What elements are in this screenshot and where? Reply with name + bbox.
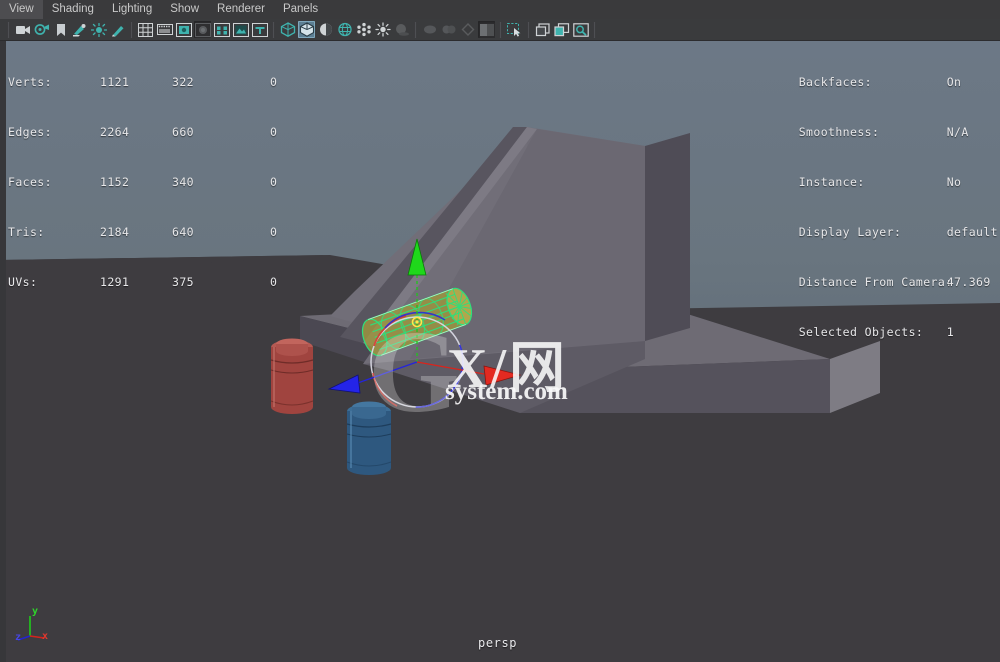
hud-label-edges: Edges:	[8, 121, 100, 143]
hud-edges-third: 0	[270, 121, 277, 143]
hud-poly-count: Verts: 1121 322 0 Edges: 2264 660 0 Face…	[8, 43, 277, 321]
toolbar-separator	[527, 22, 530, 38]
hud-faces-total: 1152	[100, 171, 172, 193]
hud-label-backfaces: Backfaces:	[799, 71, 947, 93]
textured-shading-icon[interactable]	[336, 21, 353, 38]
viewport-snapshot-icon[interactable]	[572, 21, 589, 38]
hud-row-tris: Tris: 2184 640 0	[8, 221, 277, 243]
hud-row-smoothness: Smoothness: N/A	[799, 121, 998, 143]
hud-row-backfaces: Backfaces: On	[799, 71, 998, 93]
hud-label-selected-objects: Selected Objects:	[799, 321, 947, 343]
hud-label-tris: Tris:	[8, 221, 100, 243]
hud-value-distance-from-camera: 47.369	[947, 271, 991, 293]
camera-name-label: persp	[478, 636, 517, 650]
menu-show[interactable]: Show	[161, 0, 208, 19]
hud-value-display-layer: default	[947, 221, 998, 243]
axis-label-y: y	[32, 606, 38, 617]
hud-object-details: Backfaces: On Smoothness: N/A Instance: …	[799, 43, 998, 371]
hud-label-smoothness: Smoothness:	[799, 121, 947, 143]
ramp-face-back	[645, 133, 690, 341]
toolbar-separator	[272, 22, 275, 38]
hud-row-selected-objects: Selected Objects: 1	[799, 321, 998, 343]
image-plane-icon[interactable]	[232, 21, 249, 38]
hud-faces-third: 0	[270, 171, 277, 193]
hud-tris-total: 2184	[100, 221, 172, 243]
xray-shading-icon[interactable]	[355, 21, 372, 38]
panel-menu-bar: View Shading Lighting Show Renderer Pane…	[0, 0, 1000, 19]
hud-verts-selected: 322	[172, 71, 270, 93]
camera-icon[interactable]	[14, 21, 31, 38]
hud-row-display-layer: Display Layer: default	[799, 221, 998, 243]
hud-row-edges: Edges: 2264 660 0	[8, 121, 277, 143]
bookmark-icon[interactable]	[52, 21, 69, 38]
ipr-render-icon[interactable]	[71, 21, 88, 38]
hud-value-selected-objects: 1	[947, 321, 954, 343]
toolbar-separator	[593, 22, 596, 38]
select-arrow-icon[interactable]	[506, 21, 523, 38]
isolate-select-icon[interactable]	[534, 21, 551, 38]
two-sided-lighting-icon[interactable]	[90, 21, 107, 38]
text-display-icon[interactable]	[251, 21, 268, 38]
hud-uvs-third: 0	[270, 271, 277, 293]
frame-selected-icon[interactable]	[553, 21, 570, 38]
hud-label-faces: Faces:	[8, 171, 100, 193]
aa-icon[interactable]	[459, 21, 476, 38]
hud-row-faces: Faces: 1152 340 0	[8, 171, 277, 193]
hud-label-uvs: UVs:	[8, 271, 100, 293]
menu-renderer[interactable]: Renderer	[208, 0, 274, 19]
menu-lighting[interactable]: Lighting	[103, 0, 161, 19]
resolution-gate-icon[interactable]	[175, 21, 192, 38]
toolbar-separator	[7, 22, 10, 38]
hud-row-instance: Instance: No	[799, 171, 998, 193]
hud-row-uvs: UVs: 1291 375 0	[8, 271, 277, 293]
viewport-left-border	[0, 41, 6, 662]
maya-viewport-window: View Shading Lighting Show Renderer Pane…	[0, 0, 1000, 662]
axis-label-x: x	[42, 631, 48, 642]
hud-faces-selected: 340	[172, 171, 270, 193]
hud-value-smoothness: N/A	[947, 121, 969, 143]
shadow-icon[interactable]	[393, 21, 410, 38]
hud-edges-selected: 660	[172, 121, 270, 143]
hud-verts-total: 1121	[100, 71, 172, 93]
hud-value-backfaces: On	[947, 71, 962, 93]
hud-edges-total: 2264	[100, 121, 172, 143]
ao-icon[interactable]	[440, 21, 457, 38]
flat-shading-icon[interactable]	[317, 21, 334, 38]
blue-cylinder[interactable]	[347, 402, 391, 476]
menu-view[interactable]: View	[0, 0, 43, 19]
toolbar-separator	[499, 22, 502, 38]
viewport-icon-toolbar	[0, 19, 1000, 41]
light-pencil-icon[interactable]	[109, 21, 126, 38]
hud-row-distance-from-camera: Distance From Camera: 47.369	[799, 271, 998, 293]
grid-icon[interactable]	[137, 21, 154, 38]
gamma-icon[interactable]	[478, 21, 495, 38]
camera-attributes-icon[interactable]	[33, 21, 50, 38]
hud-label-display-layer: Display Layer:	[799, 221, 947, 243]
gate-mask-icon[interactable]	[194, 21, 211, 38]
motion-blur-icon[interactable]	[421, 21, 438, 38]
axis-orientation-indicator: y z x	[14, 606, 58, 648]
hud-value-instance: No	[947, 171, 962, 193]
hud-verts-third: 0	[270, 71, 277, 93]
hud-tris-third: 0	[270, 221, 277, 243]
toolbar-separator	[414, 22, 417, 38]
hud-uvs-total: 1291	[100, 271, 172, 293]
axis-label-z: z	[15, 632, 21, 643]
lighting-bulb-icon[interactable]	[374, 21, 391, 38]
menu-shading[interactable]: Shading	[43, 0, 103, 19]
smooth-shading-icon[interactable]	[298, 21, 315, 38]
toolbar-separator	[130, 22, 133, 38]
hud-row-verts: Verts: 1121 322 0	[8, 71, 277, 93]
hud-tris-selected: 640	[172, 221, 270, 243]
xray-joints-icon[interactable]	[213, 21, 230, 38]
film-gate-icon[interactable]	[156, 21, 173, 38]
hud-label-instance: Instance:	[799, 171, 947, 193]
hud-uvs-selected: 375	[172, 271, 270, 293]
hud-label-distance-from-camera: Distance From Camera:	[799, 271, 947, 293]
wireframe-shading-icon[interactable]	[279, 21, 296, 38]
perspective-viewport[interactable]: G X/网 system.com Verts: 1121 322 0 Edges…	[0, 41, 1000, 662]
red-cylinder[interactable]	[271, 339, 313, 415]
menu-panels[interactable]: Panels	[274, 0, 327, 19]
hud-label-verts: Verts:	[8, 71, 100, 93]
